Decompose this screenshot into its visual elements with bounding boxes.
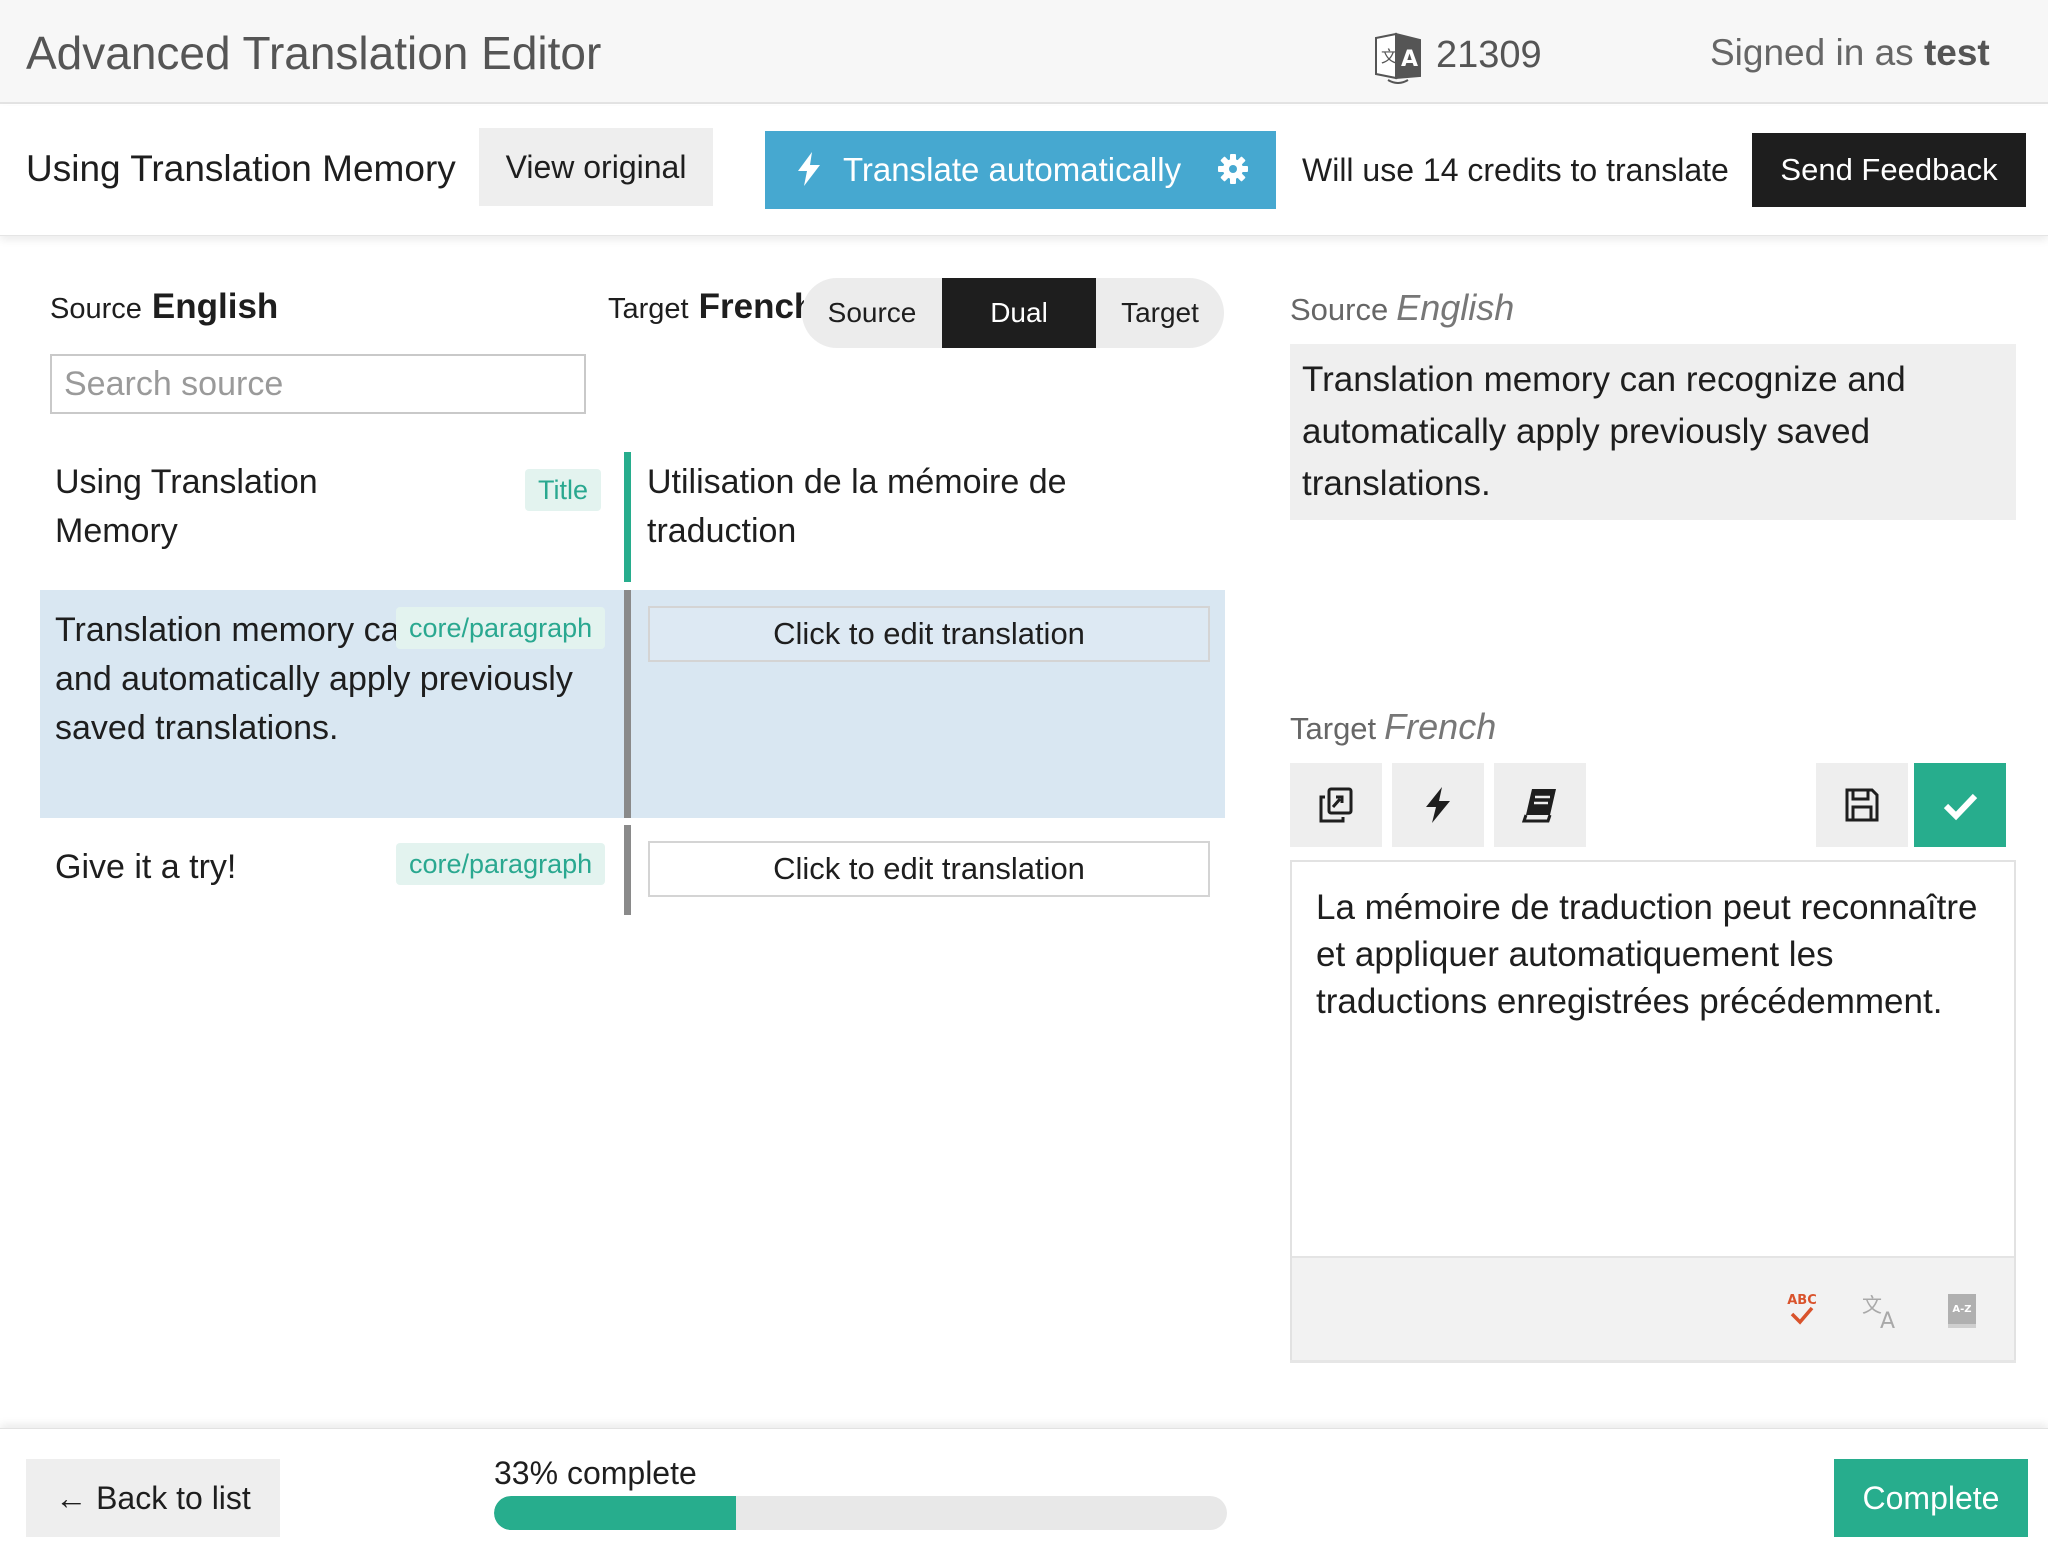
svg-text:文: 文 [1862,1293,1882,1317]
search-source-input[interactable] [50,354,586,414]
save-draft-button[interactable] [1816,763,1908,847]
view-mode-toggle: Source Dual Target [802,278,1224,348]
machine-translate-button[interactable] [1392,763,1484,847]
dictionary-icon[interactable]: A-Z [1940,1288,1984,1332]
svg-text:A-Z: A-Z [1952,1304,1971,1315]
copy-source-button[interactable] [1290,763,1382,847]
source-language: English [151,287,279,326]
spellcheck-icon[interactable]: ABC [1780,1288,1824,1332]
view-mode-dual[interactable]: Dual [942,278,1096,348]
translation-editor[interactable]: La mémoire de traduction peut reconnaîtr… [1290,860,2016,1360]
source-label: Source [50,293,142,325]
save-icon [1845,788,1879,822]
click-to-edit-translation-button[interactable]: Click to edit translation [648,606,1210,662]
view-original-button[interactable]: View original [479,128,713,206]
app-title: Advanced Translation Editor [26,27,602,79]
segment-tag: core/paragraph [396,607,606,649]
svg-text:文: 文 [1381,47,1397,66]
segment-status-bar [624,590,631,818]
confirm-translation-button[interactable] [1914,763,2006,847]
segment-source-text: Using Translation Memory [55,463,318,550]
translation-memory-button[interactable] [1494,763,1586,847]
detail-source-language: English [1396,287,1515,328]
translate-automatically-button[interactable]: Translate automatically [765,131,1276,209]
credits-count: 21309 [1436,34,1542,76]
segment-tag: Title [525,469,602,511]
signed-in-prefix: Signed in as [1710,32,1914,73]
svg-text:A: A [1401,47,1418,72]
editor-footer: ABC 文 A A-Z [1292,1256,2014,1360]
username: test [1923,32,1990,73]
bolt-icon [798,152,820,186]
document-title: Using Translation Memory [26,148,456,189]
copy-icon [1319,787,1353,823]
segment-tag: core/paragraph [396,843,606,885]
segment-row[interactable]: Using Translation Memory Title Utilisati… [40,452,1225,582]
source-language-header: Source English [50,287,278,327]
book-icon [1521,789,1556,823]
segment-target-text[interactable]: Utilisation de la mémoire de traduction [647,458,1167,556]
translation-editor-text[interactable]: La mémoire de traduction peut reconnaîtr… [1316,884,1986,1025]
translate-automatically-label: Translate automatically [843,151,1182,188]
svg-text:A: A [1880,1309,1895,1332]
segment-row[interactable]: Give it a try! core/paragraph Click to e… [40,825,1225,915]
segment-row-selected[interactable]: Translation memory can recognize and aut… [40,590,1225,818]
gear-icon[interactable] [1217,153,1249,185]
view-mode-source[interactable]: Source [802,278,942,348]
detail-source-label: Source [1290,292,1389,327]
detail-target-header: Target French [1290,706,1496,748]
complete-button[interactable]: Complete [1834,1459,2028,1537]
segment-source-text: Give it a try! [55,848,237,886]
detail-source-header: Source English [1290,287,1514,329]
detail-source-text: Translation memory can recognize and aut… [1290,344,2016,520]
detail-target-label: Target [1290,711,1377,746]
translate-icon[interactable]: 文 A [1860,1288,1904,1332]
segment-status-bar [624,825,631,915]
segment-status-bar [624,452,631,582]
target-label: Target [608,293,689,325]
editor-divider [1290,1360,2016,1363]
back-to-list-button[interactable]: ← Back to list [26,1459,280,1537]
bolt-icon [1426,787,1450,823]
progress-bar-fill [494,1496,736,1530]
credits-note: Will use 14 credits to translate [1302,152,1729,188]
target-language: French [698,287,804,326]
click-to-edit-translation-button[interactable]: Click to edit translation [648,841,1210,897]
view-mode-target[interactable]: Target [1096,278,1224,348]
svg-text:ABC: ABC [1787,1293,1817,1308]
translate-icon: 文 A [1375,32,1421,84]
check-icon [1943,793,1978,821]
signed-in-status: Signed in as test [1710,32,1990,74]
progress-bar [494,1496,1227,1530]
progress-label: 33% complete [494,1455,697,1491]
detail-target-language: French [1384,706,1497,747]
target-language-header: Target French [608,287,804,327]
send-feedback-button[interactable]: Send Feedback [1752,133,2026,207]
